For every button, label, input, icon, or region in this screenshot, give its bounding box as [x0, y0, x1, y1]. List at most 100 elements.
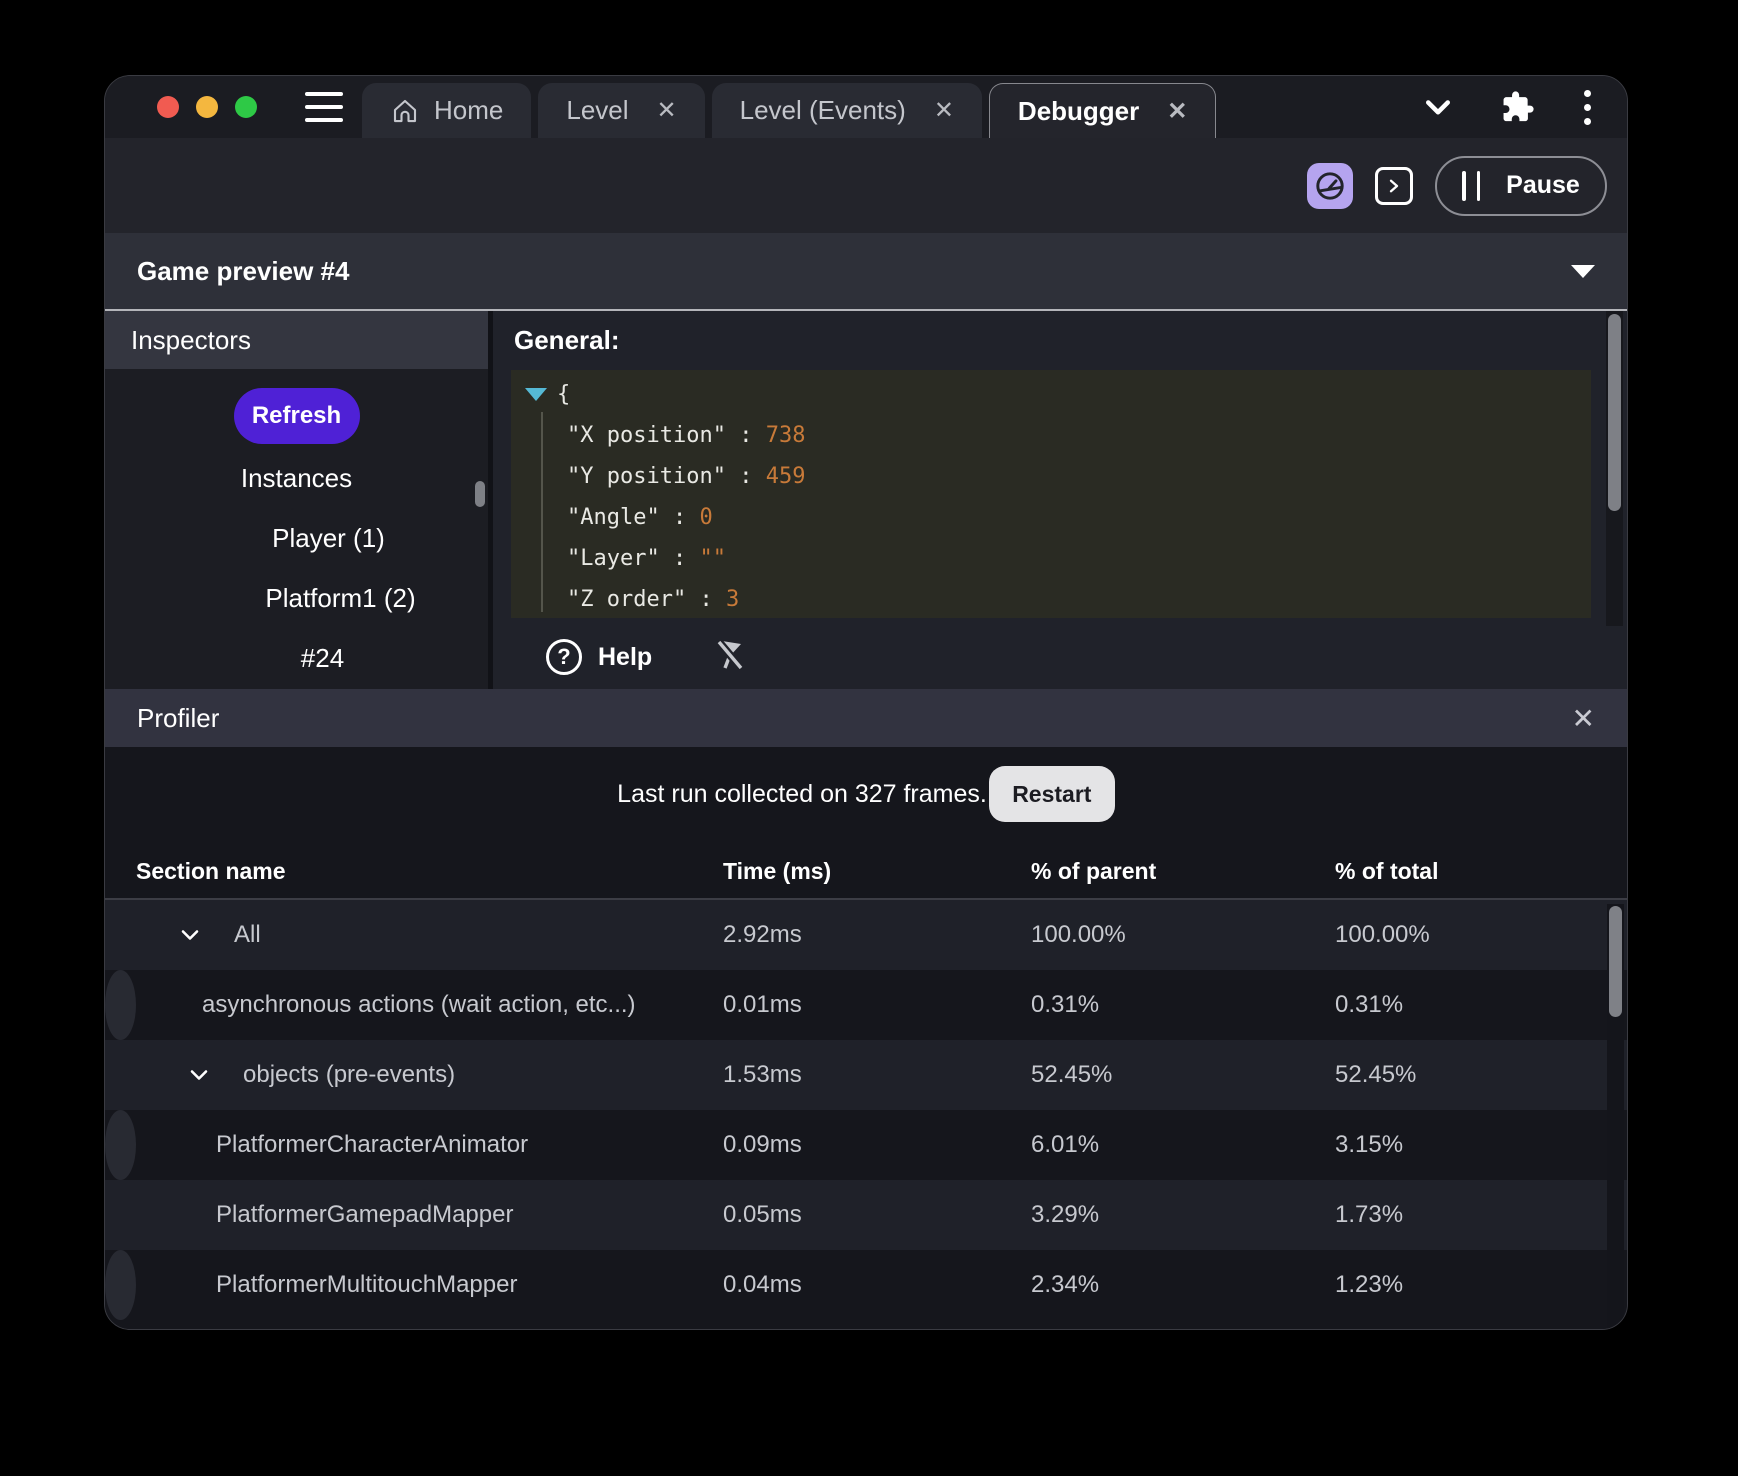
- zoom-window-button[interactable]: [235, 96, 257, 118]
- section-name: asynchronous actions (wait action, etc..…: [202, 991, 636, 1019]
- debugger-toolbar: Pause: [105, 138, 1627, 233]
- tab-level[interactable]: Level ✕: [538, 83, 704, 138]
- table-row-all[interactable]: All 2.92ms 100.00% 100.00%: [105, 900, 1627, 970]
- tab-level-events[interactable]: Level (Events) ✕: [712, 83, 982, 138]
- column-percent-parent: % of parent: [1031, 858, 1335, 885]
- section-percent-parent: 100.00%: [1031, 921, 1335, 949]
- section-name: PlatformerGamepadMapper: [216, 1201, 513, 1229]
- close-tab-icon[interactable]: ✕: [1167, 97, 1187, 126]
- json-value: 3: [726, 587, 739, 612]
- json-colon: :: [686, 587, 726, 612]
- section-time: 0.09ms: [723, 1131, 1031, 1159]
- section-percent-parent: 6.01%: [1031, 1131, 1335, 1159]
- table-row-gamepad-mapper[interactable]: PlatformerGamepadMapper 0.05ms 3.29% 1.7…: [105, 1180, 1627, 1250]
- pin-off-icon[interactable]: [712, 635, 752, 679]
- tab-label: Level (Events): [740, 95, 906, 126]
- json-line-z-order[interactable]: "Z order" : 3: [511, 579, 1591, 620]
- game-preview-header[interactable]: Game preview #4: [105, 233, 1627, 309]
- json-line-y-position[interactable]: "Y position" : 459: [511, 456, 1591, 497]
- pause-label: Pause: [1506, 171, 1580, 200]
- open-brace: {: [557, 382, 570, 407]
- tree-item-instance-24[interactable]: #24: [301, 628, 344, 688]
- column-percent-total: % of total: [1335, 858, 1627, 885]
- profiler-header: Profiler ✕: [105, 689, 1627, 747]
- json-key: "X position": [567, 423, 726, 448]
- general-panel: General: { "X position" : 738 "Y positio…: [493, 311, 1627, 689]
- sidebar-scrollbar-thumb[interactable]: [475, 481, 485, 507]
- section-time: 1.53ms: [723, 1061, 1031, 1089]
- general-scrollbar-thumb[interactable]: [1608, 314, 1621, 511]
- tab-label: Home: [434, 95, 503, 126]
- close-window-button[interactable]: [157, 96, 179, 118]
- section-percent-parent: 3.29%: [1031, 1201, 1335, 1229]
- json-key: "Layer": [567, 546, 660, 571]
- section-percent-total: 3.15%: [1335, 1131, 1403, 1159]
- json-value: 0: [699, 505, 712, 530]
- expand-triangle-icon[interactable]: [525, 388, 547, 401]
- close-profiler-icon[interactable]: ✕: [1572, 702, 1595, 735]
- column-section-name: Section name: [136, 858, 723, 885]
- close-tab-icon[interactable]: ✕: [657, 96, 677, 125]
- collapse-triangle-icon[interactable]: [1571, 265, 1595, 278]
- section-percent-total: 100.00%: [1335, 921, 1627, 949]
- more-options-icon[interactable]: [1580, 86, 1595, 129]
- section-name: All: [234, 921, 261, 949]
- help-row: ? Help: [493, 625, 1627, 689]
- console-button[interactable]: [1375, 167, 1413, 205]
- profiler-table-header: Section name Time (ms) % of parent % of …: [105, 844, 1627, 900]
- chevron-down-icon[interactable]: [178, 923, 202, 947]
- tab-bar: Home Level ✕ Level (Events) ✕ Debugger ✕: [105, 76, 1627, 138]
- pause-icon: [1462, 171, 1480, 201]
- restart-button[interactable]: Restart: [989, 766, 1115, 822]
- inspectors-header: Inspectors: [105, 311, 488, 369]
- json-line-x-position[interactable]: "X position" : 738: [511, 415, 1591, 456]
- column-time: Time (ms): [723, 858, 1031, 885]
- game-preview-title: Game preview #4: [137, 256, 349, 287]
- speedometer-icon: [1313, 169, 1347, 203]
- json-root-line[interactable]: {: [511, 374, 1591, 415]
- section-percent-parent: 2.34%: [1031, 1271, 1335, 1299]
- tab-bar-actions: [1420, 76, 1595, 138]
- json-line-layer[interactable]: "Layer" : "": [511, 538, 1591, 579]
- table-row-character-animator[interactable]: PlatformerCharacterAnimator 0.09ms 6.01%…: [105, 1110, 136, 1180]
- refresh-button[interactable]: Refresh: [234, 388, 360, 444]
- tree-item-platform1[interactable]: Platform1 (2): [265, 568, 415, 628]
- tree-item-player[interactable]: Player (1): [272, 508, 385, 568]
- json-line-angle[interactable]: "Angle" : 0: [511, 497, 1591, 538]
- properties-json-view: { "X position" : 738 "Y position" : 459 …: [511, 370, 1591, 618]
- json-value: 738: [766, 423, 806, 448]
- json-colon: :: [660, 505, 700, 530]
- help-icon[interactable]: ?: [546, 639, 582, 675]
- section-time: 0.01ms: [723, 991, 1031, 1019]
- tab-debugger[interactable]: Debugger ✕: [989, 83, 1216, 138]
- table-row-async-actions[interactable]: asynchronous actions (wait action, etc..…: [105, 970, 136, 1040]
- section-time: 0.05ms: [723, 1201, 1031, 1229]
- section-percent-total: 1.73%: [1335, 1201, 1627, 1229]
- close-tab-icon[interactable]: ✕: [934, 96, 954, 125]
- table-row-multitouch-mapper[interactable]: PlatformerMultitouchMapper 0.04ms 2.34% …: [105, 1250, 136, 1320]
- chevron-down-icon[interactable]: [187, 1063, 211, 1087]
- indent-guide: [541, 412, 543, 612]
- profiler-scrollbar-thumb[interactable]: [1609, 906, 1622, 1017]
- section-percent-total: 1.23%: [1335, 1271, 1403, 1299]
- debugger-window: Home Level ✕ Level (Events) ✕ Debugger ✕: [104, 75, 1628, 1330]
- menu-icon[interactable]: [305, 92, 343, 122]
- table-row-objects-pre-events[interactable]: objects (pre-events) 1.53ms 52.45% 52.45…: [105, 1040, 1627, 1110]
- tree-item-instances[interactable]: Instances: [241, 448, 352, 508]
- home-icon: [390, 96, 420, 126]
- help-label[interactable]: Help: [598, 643, 652, 672]
- chevron-down-icon[interactable]: [1420, 89, 1456, 125]
- minimize-window-button[interactable]: [196, 96, 218, 118]
- profiler-status-text: Last run collected on 327 frames.: [617, 780, 987, 809]
- tab-home[interactable]: Home: [362, 83, 531, 138]
- tab-strip: Home Level ✕ Level (Events) ✕ Debugger ✕: [362, 76, 1216, 138]
- section-name: PlatformerCharacterAnimator: [216, 1131, 528, 1159]
- json-key: "Y position": [567, 464, 726, 489]
- tab-label: Debugger: [1018, 96, 1139, 127]
- desktop-background: Home Level ✕ Level (Events) ✕ Debugger ✕: [0, 0, 1738, 1476]
- json-key: "Angle": [567, 505, 660, 530]
- extensions-icon[interactable]: [1501, 90, 1535, 124]
- profiler-speed-button[interactable]: [1307, 163, 1353, 209]
- section-time: 2.92ms: [723, 921, 1031, 949]
- pause-button[interactable]: Pause: [1435, 156, 1607, 216]
